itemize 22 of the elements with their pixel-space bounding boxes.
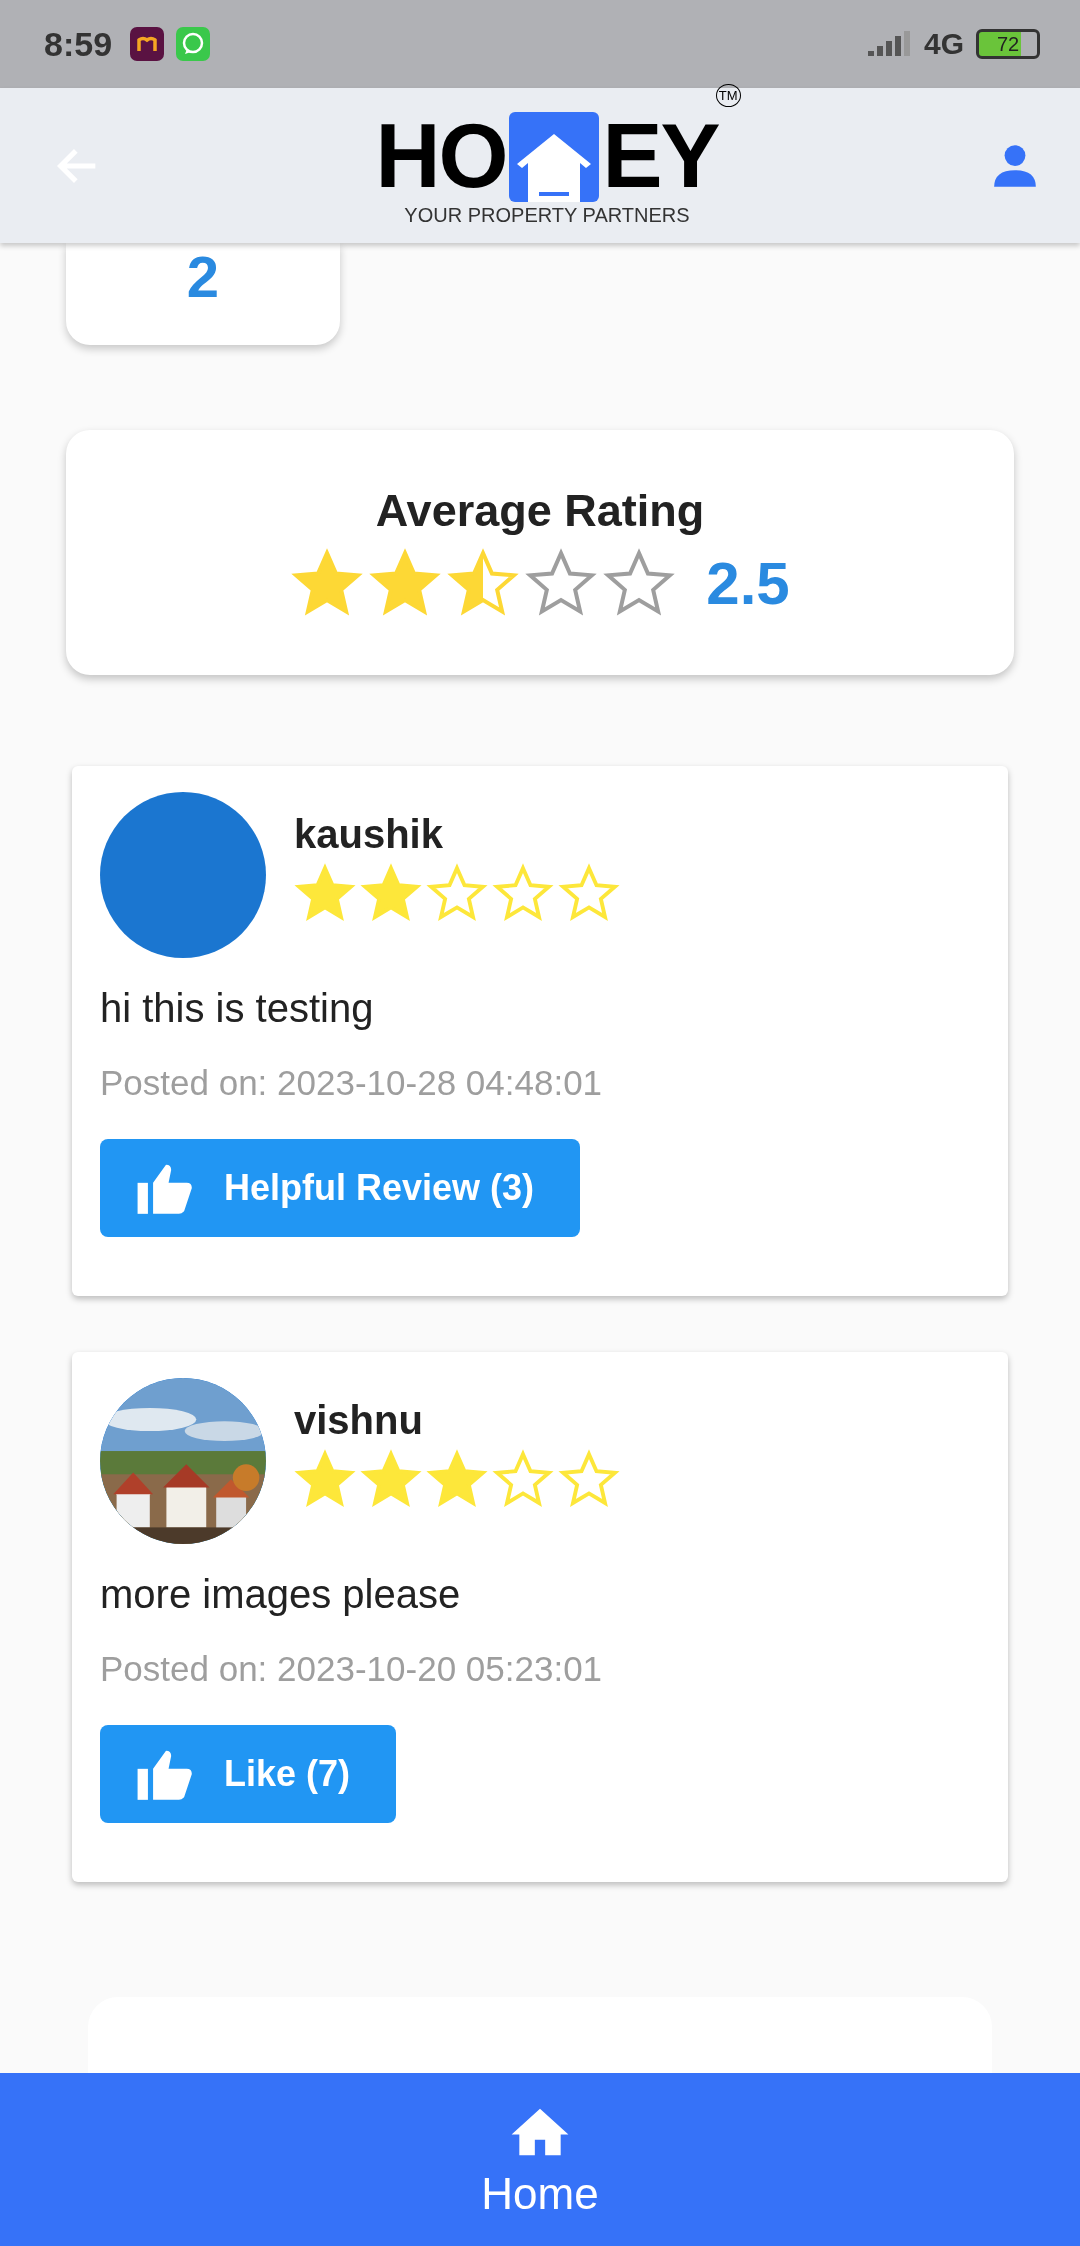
review-text: more images please <box>100 1572 461 1617</box>
count-value: 2 <box>186 243 220 311</box>
posted-date: Posted on: 2023-10-28 04:48:01 <box>100 1063 603 1103</box>
app-notification-icon <box>130 27 165 61</box>
logo-tagline: YOUR PROPERTY PARTNERS <box>404 204 690 227</box>
clock: 8:59 <box>44 24 113 64</box>
logo-text: HO <box>375 120 507 194</box>
reviewer-name: vishnu <box>294 1398 424 1443</box>
average-rating-title: Average Rating <box>375 484 705 537</box>
posted-date: Posted on: 2023-10-20 05:23:01 <box>100 1649 603 1689</box>
signal-icon <box>867 31 912 57</box>
network-type: 4G <box>923 27 964 61</box>
house-logo-icon <box>509 112 600 202</box>
home-nav-item[interactable]: Home <box>481 2100 599 2219</box>
review-text: hi this is testing <box>100 986 374 1031</box>
reviewer-name: kaushik <box>294 812 444 857</box>
battery-indicator: 72 <box>976 29 1040 59</box>
logo-text: EY <box>602 120 719 194</box>
chat-app-icon <box>176 27 211 61</box>
like-button[interactable]: Helpful Review (3) <box>100 1139 581 1237</box>
like-button[interactable]: Like (7) <box>100 1725 397 1823</box>
average-rating-value: 2.5 <box>706 549 790 618</box>
